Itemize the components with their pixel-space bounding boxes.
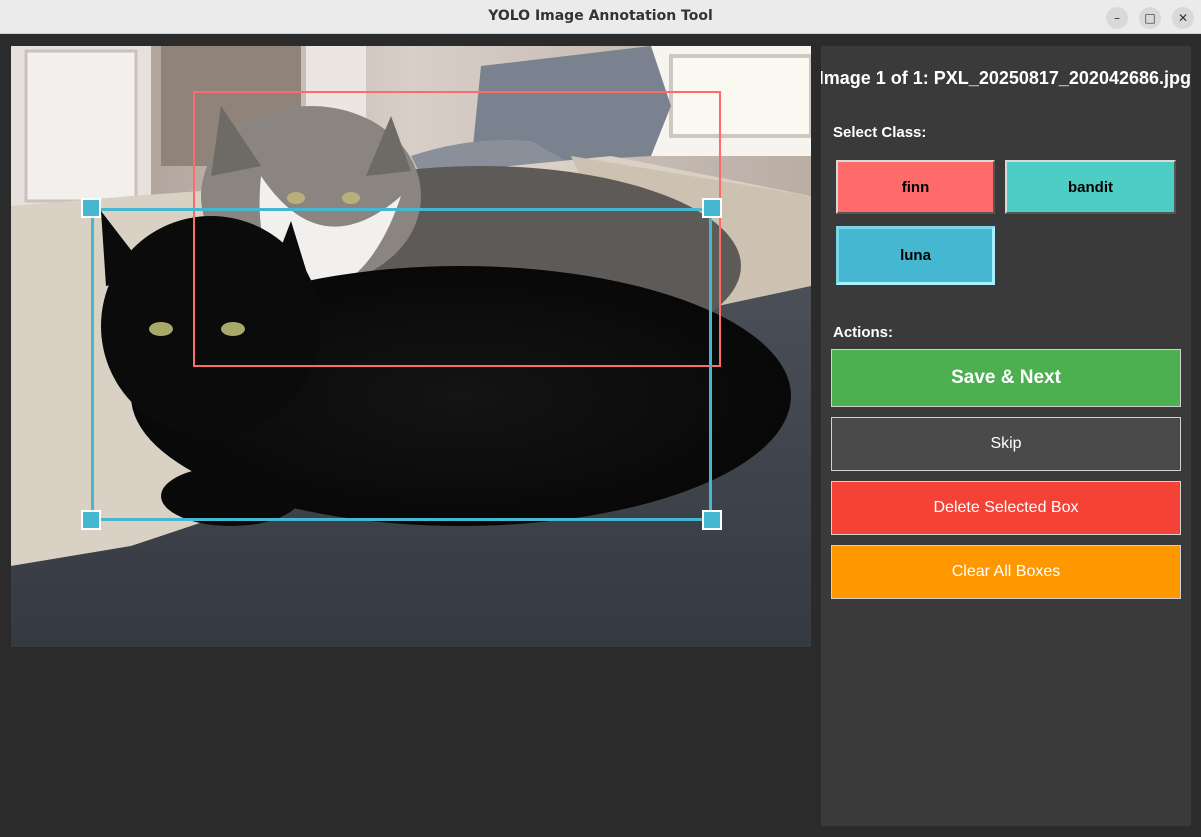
- save-next-button[interactable]: Save & Next: [831, 349, 1181, 407]
- resize-handle-top-right[interactable]: [702, 198, 722, 218]
- image-canvas[interactable]: [11, 46, 811, 647]
- class-button-luna[interactable]: luna: [836, 226, 995, 285]
- title-bar: YOLO Image Annotation Tool – □ ✕: [0, 0, 1201, 34]
- main-area: Image 1 of 1: PXL_20250817_202042686.jpg…: [0, 35, 1201, 837]
- class-button-finn[interactable]: finn: [836, 160, 995, 214]
- control-panel: Image 1 of 1: PXL_20250817_202042686.jpg…: [821, 46, 1191, 826]
- skip-button[interactable]: Skip: [831, 417, 1181, 471]
- minimize-button[interactable]: –: [1106, 7, 1128, 29]
- resize-handle-top-left[interactable]: [81, 198, 101, 218]
- select-class-label: Select Class:: [833, 124, 927, 141]
- image-progress-label: Image 1 of 1: PXL_20250817_202042686.jpg: [821, 68, 1191, 89]
- delete-selected-box-button[interactable]: Delete Selected Box: [831, 481, 1181, 535]
- bbox-luna[interactable]: [91, 208, 712, 521]
- actions-label: Actions:: [833, 324, 893, 341]
- resize-handle-bottom-left[interactable]: [81, 510, 101, 530]
- close-button[interactable]: ✕: [1172, 7, 1194, 29]
- resize-handle-bottom-right[interactable]: [702, 510, 722, 530]
- class-button-bandit[interactable]: bandit: [1005, 160, 1176, 214]
- window-title: YOLO Image Annotation Tool: [488, 8, 713, 24]
- clear-all-boxes-button[interactable]: Clear All Boxes: [831, 545, 1181, 599]
- image-progress-text: Image 1 of 1: PXL_20250817_202042686.jpg: [821, 68, 1191, 88]
- maximize-button[interactable]: □: [1139, 7, 1161, 29]
